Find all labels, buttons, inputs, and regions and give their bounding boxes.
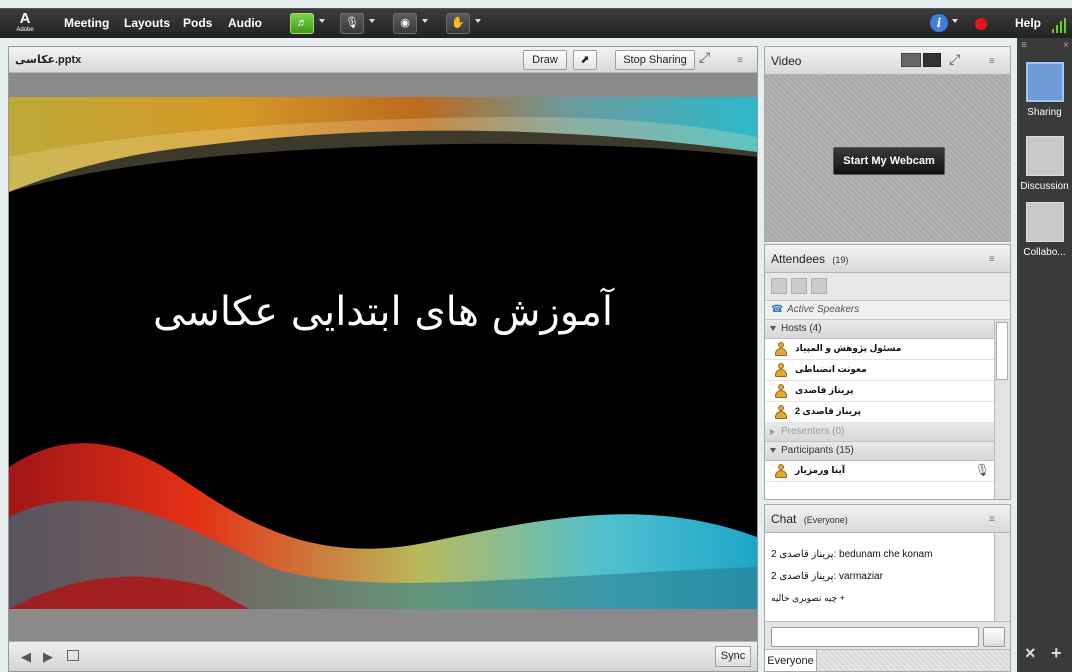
attendee-row[interactable]: معونت انضباطی	[765, 360, 994, 381]
presentation-slide: آموزش های ابتدایی عکاسی	[9, 97, 757, 609]
phone-icon: ☎	[771, 304, 784, 315]
draw-button[interactable]: Draw	[523, 50, 567, 70]
close-icon[interactable]: ×	[1063, 40, 1069, 51]
pointer-icon[interactable]: ⬈	[573, 50, 597, 70]
stop-sharing-button[interactable]: Stop Sharing	[615, 50, 695, 70]
delete-layout-icon[interactable]: ×	[1025, 643, 1036, 664]
chat-message: + چیه تصویری خالیه	[771, 593, 845, 603]
pod-menu-icon[interactable]: ≡	[989, 255, 1003, 265]
video-pod-header: Video ⤢ ≡	[765, 47, 1010, 75]
adobe-logo-icon: A Adobe	[16, 10, 34, 34]
group-participants[interactable]: Participants (15)	[765, 442, 994, 461]
microphone-icon: 🎙	[974, 463, 990, 477]
status-dropdown-icon[interactable]	[475, 19, 481, 23]
active-speakers: ☎ Active Speakers	[765, 301, 1010, 320]
layout-discussion[interactable]: Discussion	[1017, 136, 1072, 192]
chat-messages: پریناز قاصدی 2: bedunam che konam پریناز…	[765, 533, 1010, 621]
group-presenters[interactable]: Presenters (0)	[765, 423, 994, 442]
tab-everyone[interactable]: Everyone	[765, 650, 817, 671]
webcam-icon[interactable]: ◉	[393, 13, 417, 34]
raise-hand-icon[interactable]: ✋	[446, 13, 470, 34]
person-icon	[775, 384, 787, 398]
chat-tabs: Everyone	[765, 649, 1010, 671]
chat-message: پریناز قاصدی 2: varmaziar	[771, 571, 883, 582]
prev-slide-icon[interactable]: ◀	[21, 649, 31, 665]
attendees-pod: Attendees (19) ≡ ☎ Active Speakers Hosts…	[764, 244, 1011, 500]
chat-message: پریناز قاصدی 2: bedunam che konam	[771, 549, 933, 560]
layout-thumbnail	[1025, 202, 1064, 242]
speaker-icon[interactable]: ♬	[290, 13, 314, 34]
person-icon	[775, 405, 787, 419]
next-slide-icon[interactable]: ▶	[43, 649, 53, 665]
chat-input[interactable]	[771, 627, 979, 647]
layout-menu-icon[interactable]: ≡	[1021, 40, 1027, 51]
video-area: Start My Webcam	[765, 75, 1010, 241]
scroll-thumb[interactable]	[996, 322, 1008, 380]
send-icon[interactable]	[983, 627, 1005, 647]
layouts-panel: ≡ × Sharing Discussion Collabo... × +	[1017, 38, 1072, 672]
slide-title: آموزش های ابتدایی عکاسی	[153, 289, 613, 335]
attendee-view-toolbar	[765, 273, 1010, 301]
chat-scrollbar[interactable]	[994, 533, 1010, 621]
fullscreen-icon[interactable]: ⤢	[699, 50, 713, 64]
signal-icon	[1052, 18, 1066, 33]
add-layout-icon[interactable]: +	[1051, 643, 1062, 664]
attendee-row[interactable]: پریناز قاصدی	[765, 381, 994, 402]
record-icon[interactable]	[975, 18, 987, 30]
status-view-icon[interactable]	[791, 278, 807, 294]
layout-sharing[interactable]: Sharing	[1017, 62, 1072, 118]
layout-thumbnail	[1025, 136, 1064, 176]
person-icon	[775, 363, 787, 377]
attendees-title: Attendees (19)	[771, 252, 849, 266]
person-icon	[775, 342, 787, 356]
attendee-row[interactable]: پریناز قاصدی 2	[765, 402, 994, 423]
slide-background	[9, 97, 757, 609]
fullscreen-icon[interactable]: ⤢	[949, 52, 963, 66]
video-title: Video	[771, 54, 802, 68]
start-webcam-button[interactable]: Start My Webcam	[833, 147, 945, 175]
share-footer: ◀ ▶ Sync	[9, 641, 757, 671]
share-file-title: عکاسی.pptx	[15, 54, 82, 66]
microphone-icon[interactable]: 🎙	[340, 13, 364, 34]
video-pod: Video ⤢ ≡ Start My Webcam	[764, 46, 1011, 242]
attendee-row[interactable]: آینا ورمزیار 🎙	[765, 461, 994, 482]
connect-window: A Adobe Meeting Layouts Pods Audio ♬ 🎙 ◉ …	[0, 0, 1072, 672]
webcam-dropdown-icon[interactable]	[422, 19, 428, 23]
attendees-scrollbar[interactable]	[994, 320, 1010, 499]
menu-pods[interactable]: Pods	[183, 16, 212, 30]
chat-input-bar	[765, 621, 1010, 649]
chat-title: Chat (Everyone)	[771, 512, 848, 526]
layout-thumbnail	[1025, 62, 1064, 102]
notes-icon[interactable]	[67, 650, 79, 661]
list-view-icon[interactable]	[771, 278, 787, 294]
chat-pod: Chat (Everyone) ≡ پریناز قاصدی 2: beduna…	[764, 504, 1011, 672]
info-dropdown-icon[interactable]	[952, 19, 958, 23]
microphone-dropdown-icon[interactable]	[369, 19, 375, 23]
breakout-view-icon[interactable]	[811, 278, 827, 294]
pod-menu-icon[interactable]: ≡	[989, 515, 1003, 525]
pod-menu-icon[interactable]: ≡	[737, 56, 751, 66]
menu-audio[interactable]: Audio	[228, 16, 262, 30]
person-icon	[775, 464, 787, 478]
grid-view-icon[interactable]	[901, 53, 921, 67]
sync-button[interactable]: Sync	[715, 646, 751, 667]
speaker-dropdown-icon[interactable]	[319, 19, 325, 23]
menu-layouts[interactable]: Layouts	[124, 16, 170, 30]
chat-pod-header: Chat (Everyone) ≡	[765, 505, 1010, 533]
attendees-pod-header: Attendees (19) ≡	[765, 245, 1010, 273]
menu-meeting[interactable]: Meeting	[64, 16, 109, 30]
info-icon[interactable]: i	[930, 14, 948, 32]
layout-collaboration[interactable]: Collabo...	[1017, 202, 1072, 258]
attendee-row[interactable]: مسئول پژوهش و المپیاد	[765, 339, 994, 360]
group-hosts[interactable]: Hosts (4)	[765, 320, 994, 339]
single-view-icon[interactable]	[923, 53, 941, 67]
share-pod: عکاسی.pptx Draw ⬈ Stop Sharing ⤢ ≡ آموزش…	[8, 46, 758, 672]
pod-menu-icon[interactable]: ≡	[989, 57, 1003, 67]
menu-help[interactable]: Help	[1015, 16, 1041, 30]
top-menu-bar: A Adobe Meeting Layouts Pods Audio ♬ 🎙 ◉ …	[0, 8, 1072, 38]
share-pod-header: عکاسی.pptx Draw ⬈ Stop Sharing ⤢ ≡	[9, 47, 757, 73]
